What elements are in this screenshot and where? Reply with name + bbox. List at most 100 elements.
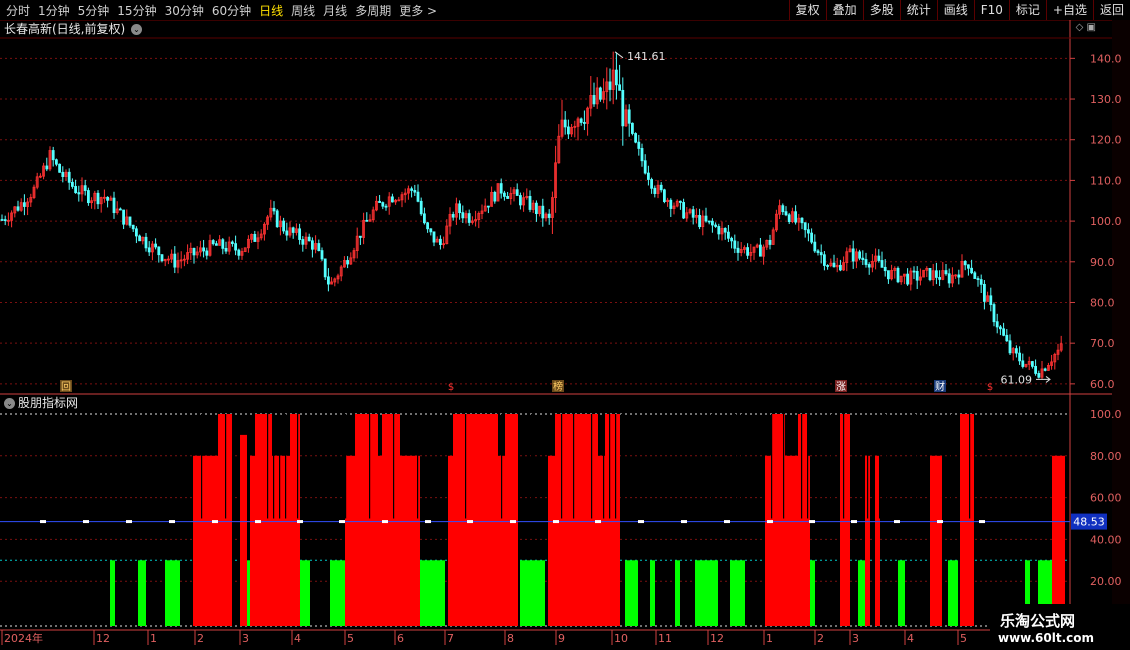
candle-body [506, 195, 510, 199]
candle-body [784, 211, 788, 216]
candle-body [691, 209, 695, 218]
indicator-red-bar [255, 414, 272, 626]
candle-body [707, 220, 711, 223]
indicator-level-dot [724, 520, 730, 524]
indicator-green-bar [810, 560, 815, 626]
candle-body [957, 274, 961, 278]
candle-body [74, 186, 77, 194]
candle-body [301, 239, 305, 245]
indicator-green-bar [730, 560, 745, 626]
indicator-gap [279, 414, 281, 519]
price-tick-label: 80.0 [1090, 296, 1115, 309]
candle-body [858, 251, 861, 259]
candle-body [800, 217, 804, 224]
indicator-gap [285, 414, 287, 519]
candle-body [989, 295, 993, 305]
candle-body [61, 171, 65, 177]
indicator-red-bar [1052, 455, 1065, 626]
indicator-gap [843, 414, 845, 519]
indicator-gap [885, 414, 887, 519]
high-price-label: 141.61 [627, 50, 666, 63]
candle-body [663, 189, 666, 202]
candle-body [358, 235, 362, 238]
price-tick-label: 70.0 [1090, 337, 1115, 350]
candle-body [154, 243, 158, 248]
time-label: 8 [507, 632, 514, 645]
indicator-green-bar [625, 560, 638, 626]
candle-body [461, 212, 465, 219]
indicator-gap [609, 414, 611, 519]
indicator-green-bar [695, 560, 718, 626]
indicator-level-dot [467, 520, 473, 524]
candle-body [147, 247, 151, 253]
candle-body [528, 195, 532, 210]
time-label: 5 [347, 632, 354, 645]
candle-body [384, 205, 388, 208]
indicator-value-label: 48.53 [1073, 516, 1105, 529]
candle-body [976, 278, 980, 280]
indicator-red-bar [382, 414, 400, 626]
candle-body [861, 257, 865, 260]
candle-body [867, 264, 871, 268]
indicator-tick-label: 80.00 [1090, 450, 1122, 463]
candle-body [864, 259, 868, 265]
candle-body [787, 214, 791, 222]
candle-body [55, 159, 58, 165]
candle-body [640, 148, 644, 162]
indicator-gap [783, 414, 785, 519]
candle-body [618, 84, 621, 91]
chevron-down-icon[interactable]: ⌄ [4, 398, 15, 409]
candle-body [967, 264, 970, 269]
indicator-level-dot [425, 520, 431, 524]
candle-body [717, 226, 721, 235]
candle-body [736, 247, 740, 253]
candle-body [230, 241, 234, 245]
indicator-gap [297, 414, 299, 519]
chevron-down-icon[interactable]: ⌄ [131, 24, 143, 35]
candle-body [816, 250, 820, 253]
time-label: 7 [447, 632, 454, 645]
candle-body [310, 240, 314, 250]
indicator-gap [339, 414, 341, 519]
candle-body [592, 95, 596, 105]
kline-chart[interactable]: 140.0 130.0 120.0 110.0 100.0 90.0 80.0 70.0 60.… [0, 0, 1130, 650]
candle-body [621, 89, 625, 127]
indicator-red-bar [453, 414, 498, 626]
time-label: 9 [558, 632, 565, 645]
candle-body [535, 202, 538, 215]
indicator-green-bar [858, 560, 865, 626]
indicator-gap [615, 414, 617, 519]
candle-body [1018, 352, 1021, 362]
right-edge-strip [1112, 20, 1130, 650]
candle-body [493, 191, 497, 202]
indicator-gap [771, 414, 773, 519]
panel-toggle-icon[interactable]: ▣ [1087, 22, 1096, 33]
candle-body [515, 189, 519, 196]
indicator-green-bar [650, 560, 655, 626]
event-marker[interactable]: 回 [61, 381, 71, 393]
event-marker[interactable]: $ [448, 382, 454, 393]
candle-body [202, 247, 206, 252]
candle-body [615, 69, 618, 86]
indicator-gap [837, 414, 839, 519]
price-tick-label: 90.0 [1090, 256, 1115, 269]
indicator-gap [801, 414, 803, 519]
candle-body [282, 220, 286, 232]
indicator-level-dot [681, 520, 687, 524]
diamond-icon[interactable]: ◇ [1076, 22, 1084, 33]
event-marker[interactable]: 榜 [553, 380, 563, 393]
event-marker[interactable]: 财 [935, 380, 945, 393]
candle-body [432, 231, 436, 243]
candle-body [627, 109, 631, 124]
candle-body [119, 208, 122, 211]
indicator-green-bar [330, 560, 345, 626]
indicator-gap [621, 414, 623, 519]
candle-body [128, 216, 132, 226]
event-marker[interactable]: 涨 [836, 381, 846, 393]
candle-body [579, 118, 583, 123]
event-marker[interactable]: $ [987, 382, 993, 393]
candle-body [253, 234, 257, 242]
indicator-gap [819, 414, 821, 519]
candle-body [851, 248, 855, 262]
candle-body [173, 253, 177, 268]
